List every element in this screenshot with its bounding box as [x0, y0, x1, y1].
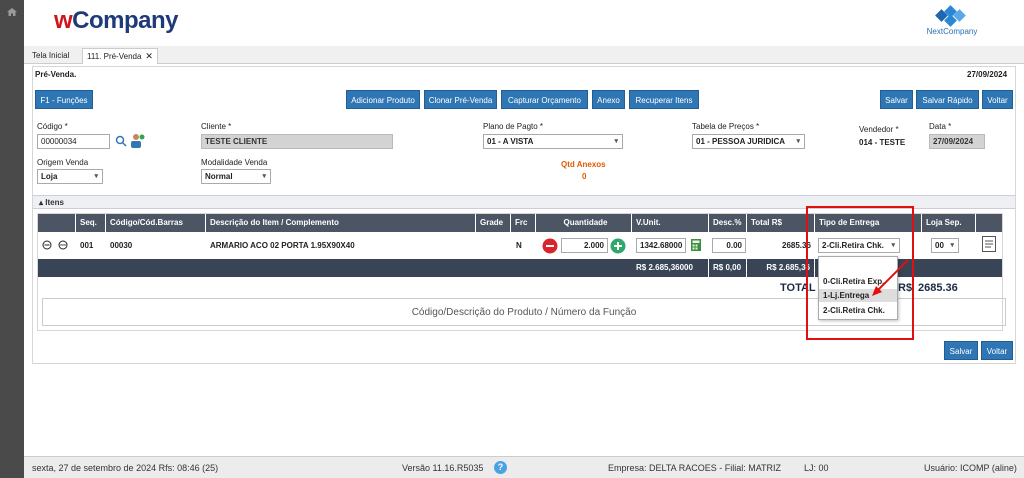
vendedor-value: 014 - TESTE [859, 138, 906, 147]
desc-input[interactable]: 0.00 [712, 238, 746, 253]
status-datetime: sexta, 27 de setembro de 2024 Rfs: 08:46… [32, 463, 219, 473]
plano-pagto-select[interactable]: 01 - A VISTA ▾ [483, 134, 623, 149]
status-bar: sexta, 27 de setembro de 2024 Rfs: 08:46… [24, 456, 1024, 478]
vunit-input[interactable]: 1342.68000 [636, 238, 686, 253]
clonar-pre-venda-button[interactable]: Clonar Pré-Venda [424, 90, 497, 109]
col-actions [38, 214, 76, 232]
salvar-button-bottom[interactable]: Salvar [944, 341, 978, 360]
voltar-button[interactable]: Voltar [982, 90, 1013, 109]
voltar-button-bottom[interactable]: Voltar [981, 341, 1013, 360]
col-grade: Grade [476, 214, 511, 232]
recuperar-itens-button[interactable]: Recuperar Itens [629, 90, 699, 109]
cell-seq: 001 [80, 241, 94, 250]
chevron-down-icon: ▾ [262, 173, 266, 180]
search-icon[interactable] [115, 135, 127, 147]
status-lj: LJ: 00 [804, 463, 829, 473]
status-usuario: Usuário: ICOMP (aline) [924, 463, 1017, 473]
close-icon[interactable]: ✕ [145, 51, 153, 61]
user-add-icon[interactable] [129, 133, 145, 148]
codigo-field[interactable]: 00000034 [37, 134, 110, 149]
capturar-orcamento-button[interactable]: Capturar Orçamento [501, 90, 588, 109]
chevron-down-icon: ▾ [94, 173, 98, 180]
modalidade-label: Modalidade Venda [201, 158, 268, 167]
increase-quantity-icon[interactable] [610, 238, 626, 254]
page-date: 27/09/2024 [967, 70, 1008, 79]
tab-strip: Tela Inicial 111. Pré-Venda ✕ [24, 46, 1024, 64]
status-versao: Versão 11.16.R5035 [402, 463, 484, 473]
salvar-button[interactable]: Salvar [880, 90, 913, 109]
tab-pre-venda[interactable]: 111. Pré-Venda ✕ [82, 48, 158, 64]
tabela-precos-select[interactable]: 01 - PESSOA JURIDICA ▾ [692, 134, 805, 149]
anexo-button[interactable]: Anexo [592, 90, 625, 109]
cell-codigo: 00030 [110, 241, 133, 250]
col-total: Total R$ [747, 214, 815, 232]
codigo-label: Código * [37, 122, 68, 131]
company-logo: wCompany [54, 7, 179, 34]
cell-descricao: ARMARIO ACO 02 PORTA 1.95X90X40 [210, 241, 355, 250]
data-field: 27/09/2024 [929, 134, 985, 149]
col-frc: Frc [511, 214, 536, 232]
highlight-box [806, 206, 914, 340]
cliente-field: TESTE CLIENTE [201, 134, 393, 149]
origem-venda-select[interactable]: Loja ▾ [37, 169, 103, 184]
salvar-rapido-button[interactable]: Salvar Rápido [916, 90, 979, 109]
data-label: Data * [929, 122, 952, 131]
help-icon[interactable]: ? [494, 461, 507, 474]
total-total: R$ 2.685,36 [747, 259, 815, 277]
chevron-down-icon: ▾ [950, 242, 954, 249]
partner-logo: NextCompany [921, 5, 983, 41]
page-title: Pré-Venda. [35, 70, 77, 79]
remove-item-icon[interactable] [42, 240, 52, 250]
total-value: 2685.36 [918, 282, 958, 294]
quantity-input[interactable]: 2.000 [561, 238, 608, 253]
col-vunit: V.Unit. [632, 214, 709, 232]
col-extra [976, 214, 1002, 232]
status-empresa: Empresa: DELTA RACOES - Filial: MATRIZ [608, 463, 782, 473]
home-icon[interactable] [7, 8, 17, 16]
cell-frc: N [516, 241, 522, 250]
funcoes-button[interactable]: F1 - Funções [35, 90, 93, 109]
totals-spacer [38, 259, 632, 277]
calculator-icon[interactable] [691, 239, 701, 251]
col-quantidade: Quantidade [536, 214, 632, 232]
total-desc: R$ 0,00 [709, 259, 747, 277]
tabela-precos-label: Tabela de Preços * [692, 122, 760, 131]
col-loja-sep: Loja Sep. [922, 214, 976, 232]
col-descricao: Descrição do Item / Complemento [206, 214, 476, 232]
vendedor-label: Vendedor * [859, 125, 899, 134]
cliente-label: Cliente * [201, 122, 232, 131]
loja-sep-select[interactable]: 00 ▾ [931, 238, 959, 253]
origem-venda-label: Origem Venda [37, 158, 89, 167]
more-options-icon[interactable] [58, 240, 68, 250]
plano-pagto-label: Plano de Pagto * [483, 122, 544, 131]
decrease-quantity-icon[interactable] [542, 238, 558, 254]
col-codigo: Código/Cód.Barras [106, 214, 206, 232]
chevron-down-icon: ▾ [796, 138, 800, 145]
qtd-anexos-value: 0 [582, 172, 587, 181]
tab-tela-inicial[interactable]: Tela Inicial [28, 49, 73, 64]
left-sidebar [0, 0, 24, 478]
notes-icon[interactable] [982, 236, 996, 252]
app-header: wCompany NextCompany [24, 0, 1024, 46]
qtd-anexos-label: Qtd Anexos [561, 160, 606, 169]
total-vunit: R$ 2.685,36000 [632, 259, 709, 277]
col-seq: Seq. [76, 214, 106, 232]
col-desc: Desc.% [709, 214, 747, 232]
chevron-down-icon: ▾ [614, 138, 618, 145]
adicionar-produto-button[interactable]: Adicionar Produto [346, 90, 420, 109]
modalidade-select[interactable]: Normal ▾ [201, 169, 271, 184]
